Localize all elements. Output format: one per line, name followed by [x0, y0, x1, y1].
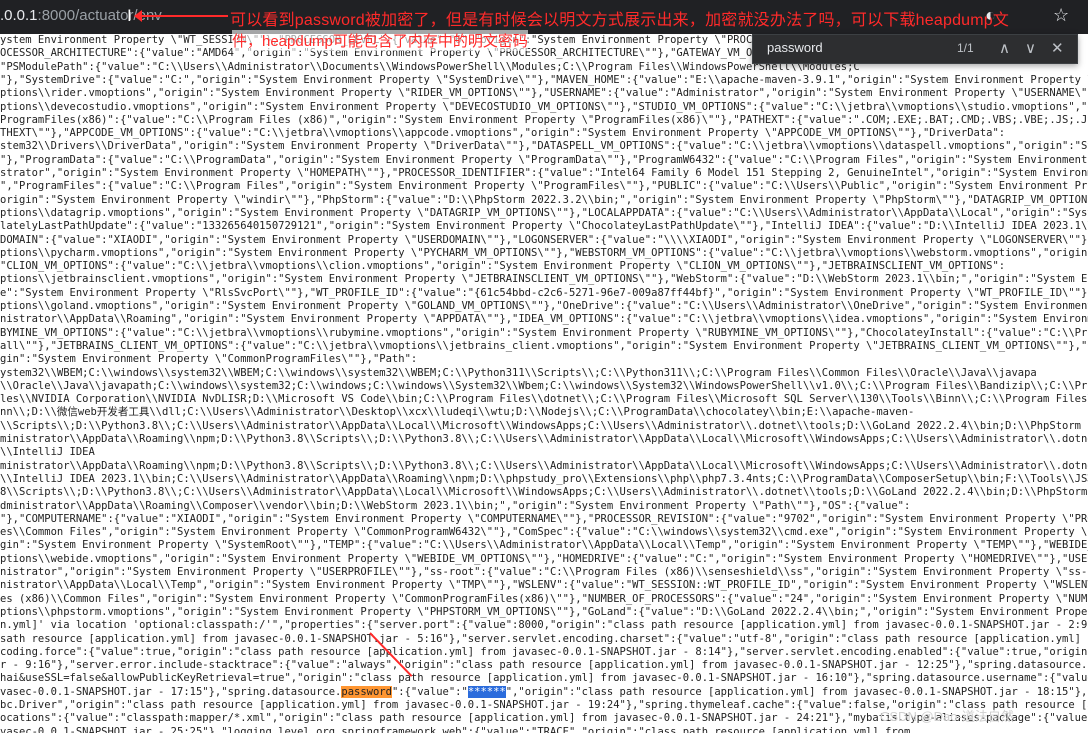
text-cursor-icon: I — [127, 6, 132, 25]
dump-line: nistrator\\AppData\\Local\\Temp","origin… — [0, 579, 1088, 592]
dump-line: ministrator\\AppData\\Roaming\\npm;D:\\P… — [0, 459, 1088, 472]
annotation-text: 可以看到password被加密了，但是有时候会以明文方式展示出来，加密就没办法了… — [230, 12, 1010, 29]
dump-line: \\IntelliJ IDEA 2023.1\\bin;C:\\Users\\A… — [0, 472, 1088, 485]
masked-password-value: ****** — [467, 685, 506, 698]
watermark: CSDN @Dao-道法自然 — [880, 709, 1014, 724]
dump-line: 8\\Scripts\\;D:\\Python3.8\\;C:\\Users\\… — [0, 486, 1088, 499]
annotation-arrow — [134, 10, 228, 22]
dump-line: ptions\\rider.vmoptions","origin":"Syste… — [0, 87, 1088, 100]
search-match-highlight: password — [341, 685, 392, 698]
url-host: .0.0.1 — [0, 7, 38, 24]
dump-line: coding.force":{"value":true,"origin":"cl… — [0, 645, 1088, 658]
dump-line: dministrator\\AppData\\Roaming\\Composer… — [0, 499, 911, 512]
dump-line: DOMAIN":{"value":"XIAODI","origin":"Syst… — [0, 233, 1088, 246]
dump-line: e":"System Environment Property \"RlsSvc… — [0, 286, 1088, 299]
dump-line: \\Scripts\\;D:\\Python3.8\\;C:\\Users\\A… — [0, 419, 1088, 432]
find-prev-button[interactable]: ∧ — [999, 39, 1010, 57]
dump-line: vasec-0.0.1-SNAPSHOT.jar - 25:25"},"logg… — [0, 725, 911, 733]
find-match-count: 1/1 — [957, 41, 974, 55]
dump-line: ptions\\webide.vmoptions","origin":"Syst… — [0, 552, 1088, 565]
star-icon[interactable]: ☆ — [1053, 5, 1069, 26]
dump-line: gin":"System Environment Property \"Syst… — [0, 539, 1088, 552]
find-next-button[interactable]: ∨ — [1025, 39, 1036, 57]
find-in-page-bar: password 1/1 ∧ ∨ ✕ — [752, 34, 1078, 64]
dump-line: all\""},"JETBRAINS_CLIENT_VM_OPTIONS":{"… — [0, 339, 1088, 352]
dump-line: "},"SystemDrive":{"value":"C:","origin":… — [0, 73, 1088, 86]
dump-line: ","ProgramFiles":{"value":"C:\\Program F… — [0, 180, 1088, 193]
dump-line: hai&useSSL=false&allowPublicKeyRetrieval… — [0, 672, 1088, 685]
dump-text: ","origin":"class path resource [applica… — [505, 685, 1088, 698]
dump-line: ptions\\devecostudio.vmoptions","origin"… — [0, 100, 1088, 113]
find-input[interactable]: password — [767, 40, 823, 55]
dump-line: \\Oracle\\Java\\javapath;C:\\windows\\sy… — [0, 379, 1088, 392]
dump-line: ministrator\\AppData\\Roaming\\npm;D:\\P… — [0, 433, 1088, 445]
dump-text: vasec-0.0.1-SNAPSHOT.jar - 17:15"},"spri… — [0, 685, 342, 698]
dump-line: latelyLastPathUpdate":{"value":"13326564… — [0, 220, 1088, 233]
dump-line: es (x86)\\Common Files","origin":"System… — [0, 592, 1088, 605]
dump-line: les\\NVIDIA Corporation\\NVIDIA NvDLISR;… — [0, 393, 1088, 406]
dump-line: THEXT\""},"APPCODE_VM_OPTIONS":{"value":… — [0, 127, 1006, 140]
dump-line: gin":"System Environment Property \"Comm… — [0, 353, 418, 366]
account-icon[interactable]: ◐ — [985, 5, 996, 26]
dump-line: ptions\\pycharm.vmoptions","origin":"Sys… — [0, 246, 1088, 259]
dump-line: nistrator\\AppData\\Roaming","origin":"S… — [0, 313, 1088, 326]
dump-line: n.yml]' via location 'optional:classpath… — [0, 619, 1088, 632]
dump-line: origin":"System Environment Property \"w… — [0, 193, 1088, 206]
dump-line: ptions\\phpstorm.vmoptions","origin":"Sy… — [0, 605, 1088, 618]
dump-line: "CLION_VM_OPTIONS":{"value":"C:\\jetbra\… — [0, 260, 1006, 273]
dump-line: es\\Common Files","origin":"System Envir… — [0, 526, 1088, 539]
dump-line: \\IntelliJ IDEA — [0, 446, 95, 459]
dump-line: stem32\\Drivers\\DriverData","origin":"S… — [0, 140, 1088, 153]
dump-line: "},"COMPUTERNAME":{"value":"XIAODI","ori… — [0, 512, 1088, 525]
find-close-button[interactable]: ✕ — [1051, 39, 1064, 57]
dump-line: ptions\\goland.vmoptions","origin":"Syst… — [0, 300, 1088, 312]
dump-line: ystem32\\WBEM;C:\\windows\\system32\\WBE… — [0, 366, 1037, 379]
dump-line: ProgramFiles(x86)":{"value":"C:\\Program… — [0, 113, 1088, 126]
dump-line: "},"ProgramData":{"value":"C:\\ProgramDa… — [0, 153, 1088, 166]
env-json-dump: ystem Environment Property \"WT_SESSION\… — [0, 34, 1088, 733]
browser-toolbar: .0.0.1:8000/actuator/env I 可以看到password被… — [0, 0, 1088, 34]
dump-line: r - 9:16"},"server.error.include-stacktr… — [0, 659, 1088, 672]
dump-line: sath resource [application.yml] from jav… — [0, 632, 1088, 645]
dump-line: vasec-0.0.1-SNAPSHOT.jar - 17:15"},"spri… — [0, 685, 1088, 699]
annotation-text-second: 件，heapdump可能包含了内存中的明文密码 — [232, 30, 528, 51]
dump-line: ptions\\jetbrainsclient.vmoptions","orig… — [0, 273, 1088, 286]
dump-line: BYMINE_VM_OPTIONS":{"value":"C:\\jetbra\… — [0, 326, 1088, 339]
dump-line: ptions\\datagrip.vmoptions","origin":"Sy… — [0, 206, 1088, 219]
dump-text: ":{"value":" — [391, 685, 468, 698]
dump-line: nistrator","origin":"System Environment … — [0, 566, 1088, 578]
dump-line: nn\\;D:\\微信web开发者工具\\dll;C:\\Users\\Admi… — [0, 406, 915, 419]
dump-line: strator","origin":"System Environment Pr… — [0, 167, 1088, 179]
